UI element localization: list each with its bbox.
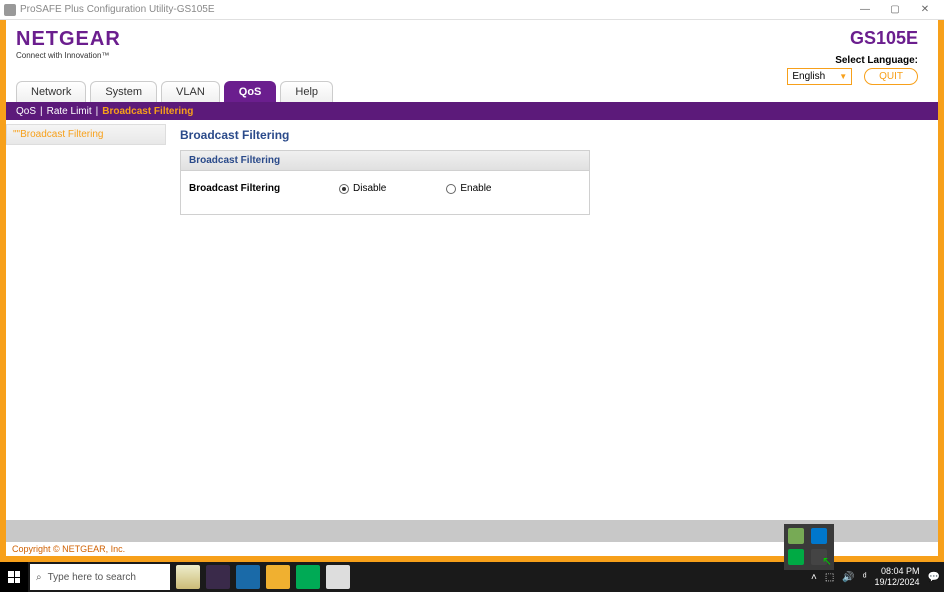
panel-title: Broadcast Filtering bbox=[180, 128, 938, 142]
cursor-icon: ↖ bbox=[822, 554, 832, 568]
window-controls: — ▢ ✕ bbox=[850, 1, 940, 19]
firefox-icon[interactable] bbox=[206, 565, 230, 589]
tab-help[interactable]: Help bbox=[280, 81, 333, 102]
taskbar-icon[interactable] bbox=[236, 565, 260, 589]
taskbar-clock[interactable]: 08:04 PM 19/12/2024 bbox=[875, 566, 920, 588]
subnav-qos[interactable]: QoS bbox=[16, 106, 36, 117]
sidebar: ""Broadcast Filtering bbox=[6, 120, 166, 520]
radio-disable-label: Disable bbox=[353, 183, 386, 194]
search-icon: ⌕ bbox=[36, 572, 42, 583]
taskbar-icon[interactable] bbox=[326, 565, 350, 589]
settings-row: Broadcast Filtering Disable Enable bbox=[181, 171, 589, 214]
brand-name: NETGEAR bbox=[16, 28, 121, 51]
taskbar-pinned bbox=[176, 565, 350, 589]
content-area: ""Broadcast Filtering Broadcast Filterin… bbox=[6, 120, 938, 520]
app-header: NETGEAR Connect with Innovation™ GS105E … bbox=[6, 20, 938, 78]
window-titlebar: ProSAFE Plus Configuration Utility-GS105… bbox=[0, 0, 944, 20]
language-value: English bbox=[792, 71, 825, 82]
main-panel: Broadcast Filtering Broadcast Filtering … bbox=[166, 120, 938, 520]
sidebar-item-broadcast-filtering[interactable]: ""Broadcast Filtering bbox=[6, 124, 166, 145]
tab-vlan[interactable]: VLAN bbox=[161, 81, 220, 102]
tab-qos[interactable]: QoS bbox=[224, 81, 277, 102]
language-label: Select Language: bbox=[787, 55, 918, 66]
radio-icon bbox=[339, 184, 349, 194]
brand-tagline: Connect with Innovation™ bbox=[16, 51, 121, 60]
maximize-button[interactable]: ▢ bbox=[880, 1, 910, 19]
settings-section-header: Broadcast Filtering bbox=[181, 151, 589, 171]
window-title: ProSAFE Plus Configuration Utility-GS105… bbox=[20, 4, 850, 15]
network-icon[interactable]: ⬚ bbox=[825, 572, 834, 583]
notifications-icon[interactable]: 💬 bbox=[928, 572, 940, 583]
tray-icon[interactable] bbox=[788, 549, 804, 565]
subnav-broadcast-filtering[interactable]: Broadcast Filtering bbox=[102, 106, 193, 117]
start-button[interactable] bbox=[0, 562, 28, 592]
windows-logo-icon bbox=[8, 571, 20, 583]
tab-network[interactable]: Network bbox=[16, 81, 86, 102]
radio-disable[interactable]: Disable bbox=[339, 183, 386, 194]
setting-label: Broadcast Filtering bbox=[189, 183, 339, 194]
tray-icon[interactable] bbox=[788, 528, 804, 544]
model-label: GS105E bbox=[787, 28, 918, 49]
radio-icon bbox=[446, 184, 456, 194]
sub-nav: QoS | Rate Limit | Broadcast Filtering bbox=[6, 102, 938, 120]
settings-panel: Broadcast Filtering Broadcast Filtering … bbox=[180, 150, 590, 215]
language-icon[interactable]: ᵈ bbox=[863, 572, 867, 583]
search-placeholder: Type here to search bbox=[48, 572, 136, 583]
quit-button[interactable]: QUIT bbox=[864, 68, 918, 85]
taskbar-icon[interactable] bbox=[296, 565, 320, 589]
volume-icon[interactable]: 🔊 bbox=[842, 572, 854, 583]
chevron-down-icon: ▼ bbox=[839, 72, 847, 81]
tray-chevron-icon[interactable]: ˄ bbox=[811, 572, 817, 583]
close-button[interactable]: ✕ bbox=[910, 1, 940, 19]
clock-date: 19/12/2024 bbox=[875, 577, 920, 588]
tab-system[interactable]: System bbox=[90, 81, 157, 102]
language-select[interactable]: English ▼ bbox=[787, 68, 852, 85]
taskbar-icon[interactable] bbox=[176, 565, 200, 589]
header-right: GS105E Select Language: English ▼ QUIT bbox=[787, 28, 918, 85]
taskbar-search[interactable]: ⌕ Type here to search bbox=[30, 564, 170, 590]
radio-enable-label: Enable bbox=[460, 183, 491, 194]
app-frame: NETGEAR Connect with Innovation™ GS105E … bbox=[0, 20, 944, 562]
app-icon bbox=[4, 4, 16, 16]
clock-time: 08:04 PM bbox=[875, 566, 920, 577]
file-explorer-icon[interactable] bbox=[266, 565, 290, 589]
minimize-button[interactable]: — bbox=[850, 1, 880, 19]
tray-icon[interactable] bbox=[811, 528, 827, 544]
brand-logo: NETGEAR Connect with Innovation™ bbox=[16, 28, 121, 60]
radio-enable[interactable]: Enable bbox=[446, 183, 491, 194]
subnav-rate-limit[interactable]: Rate Limit bbox=[47, 106, 92, 117]
